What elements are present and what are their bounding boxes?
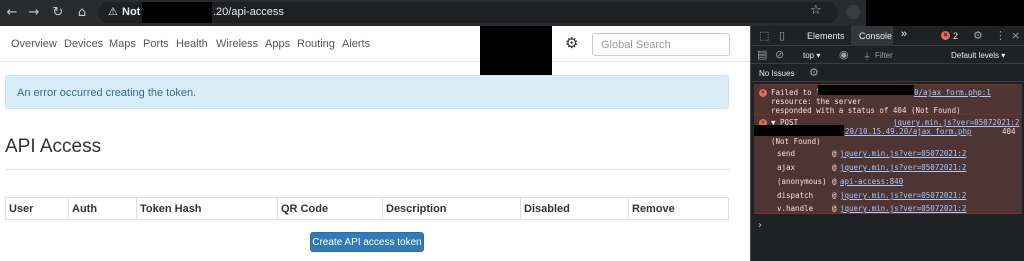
close-icon[interactable]: × (1011, 29, 1020, 42)
nav-health[interactable]: Health (176, 38, 208, 50)
stack-link[interactable]: jquery.min.js?ver=05072021:2 (840, 204, 966, 213)
device-toggle-icon[interactable]: ▯ (779, 29, 785, 42)
back-icon[interactable]: ← (2, 3, 22, 23)
error-count: 2 (953, 31, 959, 41)
nav-devices[interactable]: Devices (64, 38, 103, 50)
col-auth: Auth (68, 197, 137, 220)
devtools-tabbar: ⬚ ▯ Elements Console » × 2 ⚙ ⋮ × (751, 26, 1024, 46)
stack-fn: (anonymous) (777, 177, 827, 186)
console-error-entry: × Failed to l 0/ajax_form.php:1 resource… (754, 84, 1022, 115)
stack-link[interactable]: jquery.min.js?ver=05072021:2 (840, 191, 966, 200)
clear-console-icon[interactable]: ⊘ (775, 48, 784, 61)
reload-icon[interactable]: ↻ (48, 3, 68, 23)
col-qr-code: QR Code (277, 197, 383, 220)
stack-at: @ (832, 149, 837, 158)
tab-elements[interactable]: Elements (807, 31, 845, 41)
gear-icon[interactable]: ⚙ (565, 34, 578, 52)
stack-link[interactable]: jquery.min.js?ver=05072021:2 (840, 163, 966, 172)
alert-message: An error occurred creating the token. (17, 87, 197, 99)
page-content: Overview Devices Maps Ports Health Wirel… (0, 26, 750, 261)
inspect-icon[interactable]: ⬚ (759, 29, 769, 42)
divider (5, 169, 729, 170)
log-line: resource: the server (771, 97, 862, 106)
context-selector[interactable]: top ▾ (803, 51, 820, 60)
nav-wireless[interactable]: Wireless (216, 38, 258, 50)
log-source-link[interactable]: 0/ajax_form.php:1 (914, 88, 991, 97)
col-token-hash: Token Hash (136, 197, 278, 220)
console-toolbar: ▤ ⊘ top ▾ ◉ ⏚ Filter Default levels ▾ (751, 46, 1024, 64)
stack-at: @ (832, 177, 837, 186)
col-user: User (5, 197, 69, 220)
top-navbar: Overview Devices Maps Ports Health Wirel… (0, 26, 750, 62)
more-tabs-icon[interactable]: » (901, 28, 907, 40)
settings-icon[interactable]: ⚙ (973, 29, 983, 42)
redaction-block (818, 85, 914, 95)
redaction-block (142, 2, 212, 23)
sidebar-toggle-icon[interactable]: ▤ (757, 48, 767, 61)
stack-at: @ (832, 204, 837, 213)
stack-link[interactable]: api-access:840 (840, 177, 903, 186)
browser-toolbar: ← → ↻ ⌂ ⚠ Not S .20/api-access ☆ (0, 0, 1024, 26)
kebab-menu-icon[interactable]: ⋮ (995, 29, 1006, 42)
log-source-link[interactable]: jquery.min.js?ver=05072021:2 (893, 118, 1019, 127)
page-title: API Access (5, 136, 102, 157)
stack-fn: ajax (777, 163, 796, 172)
filter-icon[interactable]: ⏚ (863, 51, 871, 62)
redaction-block (866, 0, 1024, 26)
star-icon[interactable]: ☆ (810, 3, 822, 18)
devtools-panel: ⬚ ▯ Elements Console » × 2 ⚙ ⋮ × ▤ ⊘ top… (750, 26, 1024, 261)
address-bar[interactable]: ⚠ Not S .20/api-access (98, 2, 838, 23)
nav-routing[interactable]: Routing (297, 38, 335, 50)
issues-bar: No Issues ⚙ (751, 64, 1024, 82)
url-text[interactable]: .20/api-access (213, 6, 284, 18)
redaction-block (480, 26, 552, 80)
api-tokens-table: User Auth Token Hash QR Code Description… (5, 197, 729, 220)
log-status: 404 (1002, 127, 1016, 136)
error-icon: × (759, 89, 767, 97)
filter-input[interactable]: Filter (875, 51, 893, 60)
stack-fn: v.handle (777, 204, 814, 213)
col-description: Description (382, 197, 521, 220)
tab-console[interactable]: Console (859, 31, 892, 41)
eye-icon[interactable]: ◉ (839, 48, 849, 61)
col-remove: Remove (628, 197, 729, 220)
log-line: Failed to l (771, 88, 821, 97)
create-api-token-button[interactable]: Create API access token (310, 232, 424, 252)
warning-icon[interactable]: ⚠ (108, 5, 118, 18)
nav-ports[interactable]: Ports (143, 38, 169, 50)
nav-apps[interactable]: Apps (265, 38, 290, 50)
log-status-text: (Not Found) (771, 137, 821, 146)
home-icon[interactable]: ⌂ (72, 3, 92, 23)
nav-alerts[interactable]: Alerts (342, 38, 370, 50)
stack-at: @ (832, 163, 837, 172)
error-count-icon: × (941, 31, 950, 40)
nav-overview[interactable]: Overview (11, 38, 57, 50)
levels-dropdown[interactable]: Default levels ▾ (951, 51, 1005, 60)
stack-fn: dispatch (777, 191, 814, 200)
table-header-row: User Auth Token Hash QR Code Description… (5, 197, 729, 220)
stack-at: @ (832, 191, 837, 200)
stack-fn: send (777, 149, 796, 158)
console-prompt-icon[interactable]: › (758, 220, 762, 231)
console-error-entry: × ▼ POST jquery.min.js?ver=05072021:2 20… (754, 115, 1022, 214)
forward-icon[interactable]: → (24, 3, 44, 23)
log-url-link[interactable]: 20/10.15.49.20/ajax_form.php (845, 127, 971, 136)
extension-icon[interactable] (846, 5, 860, 19)
log-line: responded with a status of 404 (Not Foun… (771, 106, 961, 115)
error-alert: An error occurred creating the token. (5, 75, 729, 109)
global-search-input[interactable] (592, 33, 730, 56)
col-disabled: Disabled (520, 197, 629, 220)
redaction-block (754, 125, 844, 136)
console-settings-icon[interactable]: ⚙ (809, 66, 819, 79)
stack-link[interactable]: jquery.min.js?ver=05072021:2 (840, 149, 966, 158)
nav-maps[interactable]: Maps (109, 38, 136, 50)
no-issues-label[interactable]: No Issues (759, 69, 795, 78)
